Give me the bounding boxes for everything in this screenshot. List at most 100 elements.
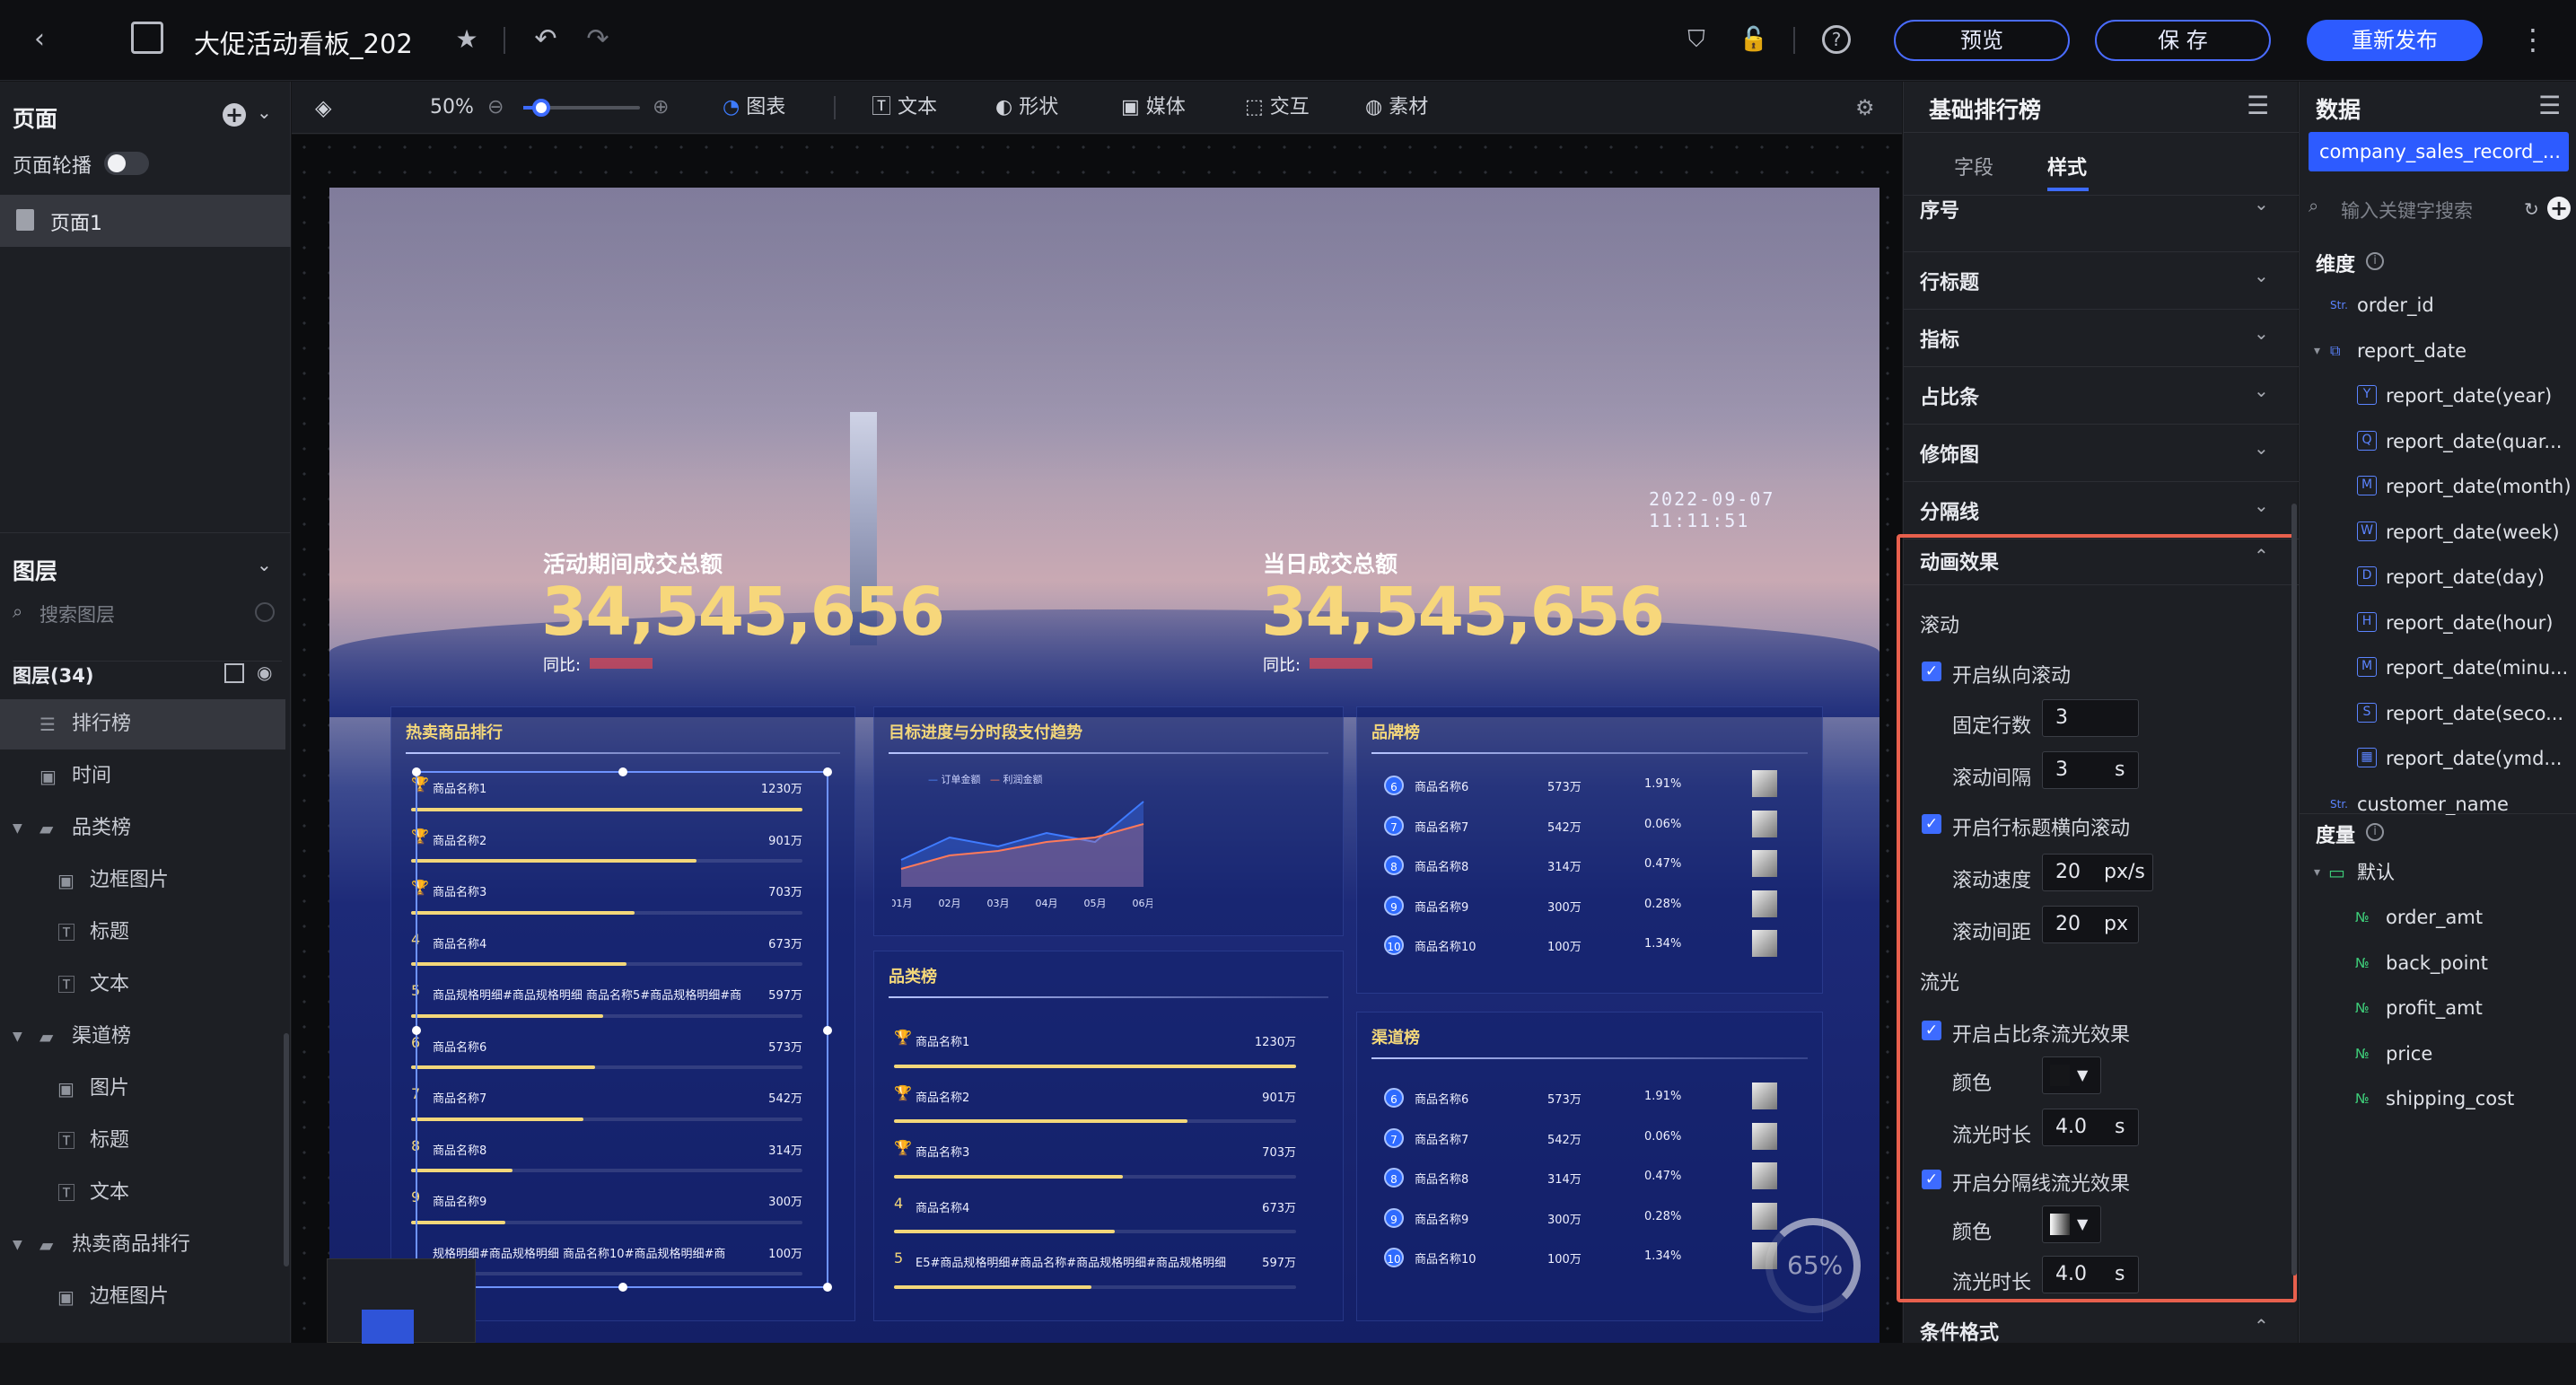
- shield-icon[interactable]: ⛉: [1678, 22, 1714, 57]
- measure-field[interactable]: № profit_amt: [2300, 986, 2576, 1030]
- interact-tool[interactable]: ⬚ 交互: [1245, 82, 1310, 134]
- layer-item[interactable]: ▼ ▰ 渠道榜: [0, 1012, 285, 1062]
- republish-button[interactable]: 重新发布: [2307, 20, 2483, 61]
- chevron-down-icon[interactable]: ⌄: [257, 554, 272, 575]
- info-icon[interactable]: i: [2366, 823, 2384, 841]
- layer-item[interactable]: ▣ 边框图片: [0, 1272, 285, 1322]
- dimension-field[interactable]: Dreport_date(day): [2300, 555, 2576, 600]
- layer-item[interactable]: ☰ 排行榜: [0, 699, 285, 749]
- measure-group-default[interactable]: ▾ ▭ 默认: [2300, 850, 2576, 895]
- dimension-field[interactable]: Qreport_date(quar...: [2300, 419, 2576, 464]
- dashboard-canvas[interactable]: 2022-09-07 11:11:51 活动期间成交总额 34,545,656 …: [329, 188, 1879, 1343]
- dimension-field[interactable]: Yreport_date(year): [2300, 373, 2576, 418]
- resize-handle[interactable]: [412, 1026, 421, 1035]
- measure-field[interactable]: № order_amt: [2300, 895, 2576, 940]
- dimension-field[interactable]: Sreport_date(seco...: [2300, 691, 2576, 736]
- shape-tool[interactable]: ◐ 形状: [995, 82, 1058, 134]
- collapse-all-icon[interactable]: [224, 663, 244, 683]
- carousel-toggle[interactable]: [104, 152, 149, 175]
- chevron-down-icon[interactable]: ⌄: [257, 101, 272, 123]
- table-row[interactable]: 5 E5#商品规格明细#商品名称#商品规格明细#商品规格明细 597万: [889, 1240, 1310, 1296]
- help-icon[interactable]: ?: [1822, 25, 1851, 54]
- more-icon[interactable]: ⋮: [2515, 22, 2551, 57]
- minimap[interactable]: [327, 1258, 476, 1344]
- preview-button[interactable]: 预览: [1894, 20, 2070, 61]
- style-section[interactable]: 行标题 ⌄: [1904, 252, 2299, 310]
- table-row[interactable]: 🏆 商品名称3 703万: [889, 1130, 1310, 1186]
- dataset-selector[interactable]: company_sales_record_...: [2309, 132, 2569, 171]
- eye-icon[interactable]: ◉: [257, 662, 272, 683]
- refresh-icon[interactable]: ↻: [2524, 198, 2539, 220]
- table-row[interactable]: 6 商品名称6 573万 1.91%: [1357, 765, 1824, 804]
- conditional-format-title[interactable]: 条件格式: [1920, 1317, 1999, 1346]
- collapse-panel-icon[interactable]: ☰: [2247, 91, 2269, 120]
- undo-icon[interactable]: ↶: [528, 22, 564, 57]
- zoom-slider-handle[interactable]: [532, 99, 550, 117]
- trend-card[interactable]: 目标进度与分时段支付趋势 — 订单金额 — 利润金额 01月 02月 03月 04月 0…: [873, 706, 1344, 936]
- media-tool[interactable]: ▣ 媒体: [1121, 82, 1186, 134]
- text-tool[interactable]: 🅃 文本: [872, 82, 937, 134]
- layers-icon[interactable]: ◈: [315, 82, 331, 134]
- zoom-out-icon[interactable]: ⊖: [487, 82, 504, 134]
- table-row[interactable]: 10 商品名称10 100万 1.34%: [1357, 925, 1824, 964]
- selection-box[interactable]: [412, 767, 832, 1292]
- layer-scrollbar[interactable]: [284, 1033, 289, 1267]
- table-row[interactable]: 🏆 商品名称1 1230万: [889, 1020, 1310, 1075]
- resize-handle[interactable]: [412, 767, 421, 776]
- material-tool[interactable]: ◍ 素材: [1365, 82, 1428, 134]
- save-button[interactable]: 保 存: [2095, 20, 2271, 61]
- layer-item[interactable]: 🅃 标题: [0, 1116, 285, 1166]
- tab-style[interactable]: 样式: [2047, 152, 2087, 180]
- field-search-input[interactable]: 输入关键字搜索: [2341, 197, 2473, 224]
- layer-search-input[interactable]: 搜索图层: [39, 600, 115, 627]
- layer-item[interactable]: 🅃 文本: [0, 960, 285, 1010]
- layer-item[interactable]: ▼ ▰ 品类榜: [0, 803, 285, 854]
- layer-item[interactable]: 🅃 标题: [0, 907, 285, 958]
- resize-handle[interactable]: [618, 1283, 627, 1292]
- minimap-viewport[interactable]: [362, 1310, 414, 1344]
- add-page-icon[interactable]: +: [223, 103, 246, 127]
- channel-card[interactable]: 渠道榜 6 商品名称6 573万 1.91% 7 商品名称7 542万 0.06% 8 商品名称8…: [1356, 1012, 1823, 1321]
- lock-icon[interactable]: 🔓: [1736, 22, 1772, 57]
- add-field-icon[interactable]: +: [2547, 197, 2571, 220]
- settings-icon[interactable]: ⚙: [1855, 82, 1875, 134]
- style-section[interactable]: 分隔线 ⌄: [1904, 482, 2299, 539]
- caret-down-icon[interactable]: ▼: [13, 803, 22, 854]
- table-row[interactable]: 7 商品名称7 542万 0.06%: [1357, 1118, 1824, 1157]
- dimension-field[interactable]: Wreport_date(week): [2300, 510, 2576, 555]
- measure-field[interactable]: № shipping_cost: [2300, 1076, 2576, 1121]
- table-row[interactable]: 9 商品名称9 300万 0.28%: [1357, 885, 1824, 925]
- measure-field[interactable]: № price: [2300, 1031, 2576, 1076]
- table-row[interactable]: 6 商品名称6 573万 1.91%: [1357, 1077, 1824, 1117]
- tab-field[interactable]: 字段: [1954, 152, 1993, 180]
- dimension-field[interactable]: ▦ report_date(ymd...: [2300, 736, 2576, 781]
- caret-down-icon[interactable]: ▼: [13, 1220, 22, 1270]
- table-row[interactable]: 8 商品名称8 314万 0.47%: [1357, 845, 1824, 884]
- info-icon[interactable]: i: [2366, 252, 2384, 270]
- page-item-1[interactable]: 页面1: [0, 195, 291, 247]
- table-row[interactable]: 10 商品名称10 100万 1.34%: [1357, 1237, 1824, 1276]
- layer-item[interactable]: ▣ 图片: [0, 1064, 285, 1114]
- brand-card[interactable]: 品牌榜 6 商品名称6 573万 1.91% 7 商品名称7 542万 0.06% 8 商品名称8…: [1356, 706, 1823, 994]
- layer-item[interactable]: ▣ 边框图片: [0, 855, 285, 906]
- style-section[interactable]: 修饰图 ⌄: [1904, 425, 2299, 482]
- caret-down-icon[interactable]: ▼: [13, 1012, 22, 1062]
- table-row[interactable]: 9 商品名称9 300万 0.28%: [1357, 1197, 1824, 1237]
- table-row[interactable]: 8 商品名称8 314万 0.47%: [1357, 1157, 1824, 1197]
- chart-tool[interactable]: ◔ 图表: [723, 82, 785, 134]
- style-section[interactable]: 占比条 ⌄: [1904, 367, 2299, 425]
- dimension-field[interactable]: Str. order_id: [2300, 283, 2576, 328]
- table-row[interactable]: 🏆 商品名称2 901万: [889, 1075, 1310, 1131]
- table-row[interactable]: 4 商品名称4 673万: [889, 1186, 1310, 1241]
- style-section[interactable]: 序号 ⌄: [1904, 193, 2299, 252]
- layer-item[interactable]: ▼ ▰ 热卖商品排行: [0, 1220, 285, 1270]
- resize-handle[interactable]: [618, 767, 627, 776]
- layer-item[interactable]: 🅃 文本: [0, 1168, 285, 1218]
- resize-handle[interactable]: [823, 1026, 832, 1035]
- zoom-slider[interactable]: [523, 99, 640, 117]
- redo-icon[interactable]: ↷: [580, 22, 616, 57]
- star-icon[interactable]: ★: [449, 22, 485, 57]
- measure-field[interactable]: № back_point: [2300, 941, 2576, 986]
- dimension-field[interactable]: Mreport_date(month): [2300, 464, 2576, 509]
- chevron-up-icon[interactable]: ⌃: [2254, 1315, 2269, 1337]
